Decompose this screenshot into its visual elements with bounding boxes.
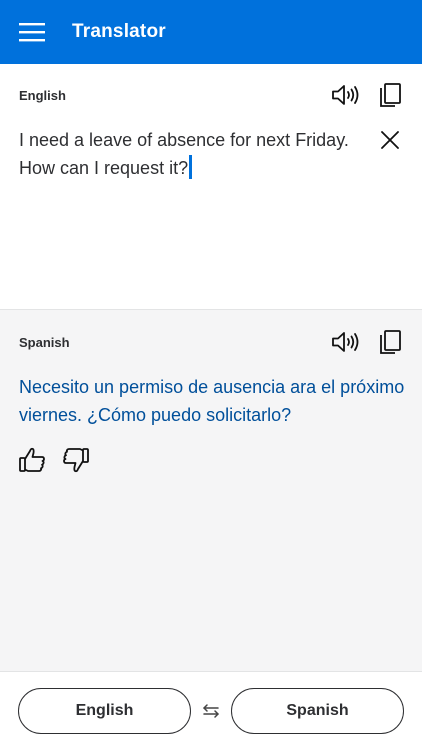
target-text: Necesito un permiso de ausencia ara el p… bbox=[19, 377, 405, 425]
source-language-label: English bbox=[19, 88, 66, 103]
source-language-button[interactable]: English bbox=[18, 688, 191, 734]
app-title: Translator bbox=[72, 21, 166, 42]
speaker-icon bbox=[332, 332, 359, 352]
thumbs-up-icon bbox=[19, 447, 45, 472]
menu-button[interactable] bbox=[0, 0, 64, 64]
swap-languages-button[interactable] bbox=[198, 698, 224, 724]
copy-icon bbox=[380, 83, 401, 107]
target-speak-button[interactable] bbox=[329, 326, 361, 358]
source-speak-button[interactable] bbox=[329, 79, 361, 111]
hamburger-menu-icon bbox=[19, 23, 45, 42]
source-language-button-label: English bbox=[75, 702, 134, 719]
target-copy-button[interactable] bbox=[374, 326, 406, 358]
thumbs-down-icon bbox=[63, 448, 89, 473]
target-language-button[interactable]: Spanish bbox=[231, 688, 404, 734]
thumbs-down-button[interactable] bbox=[60, 444, 92, 476]
close-icon bbox=[381, 131, 399, 149]
thumbs-up-button[interactable] bbox=[16, 444, 48, 476]
source-copy-button[interactable] bbox=[374, 79, 406, 111]
speaker-icon bbox=[332, 85, 359, 105]
app-bar: Translator bbox=[0, 0, 422, 64]
target-language-label: Spanish bbox=[19, 335, 70, 350]
language-selector-bar: English Spanish bbox=[0, 671, 422, 750]
source-text-input[interactable]: I need a leave of absence for next Frida… bbox=[19, 126, 359, 182]
target-language-button-label: Spanish bbox=[286, 702, 349, 719]
clear-text-button[interactable] bbox=[374, 124, 406, 156]
copy-icon bbox=[380, 330, 401, 354]
text-cursor bbox=[189, 155, 193, 179]
swap-arrows-icon bbox=[203, 704, 219, 718]
source-text: I need a leave of absence for next Frida… bbox=[19, 130, 349, 178]
target-pane: Spanish Necesito un permiso de ausencia … bbox=[0, 310, 422, 671]
source-pane: English I need a leave of absence for ne… bbox=[0, 64, 422, 310]
